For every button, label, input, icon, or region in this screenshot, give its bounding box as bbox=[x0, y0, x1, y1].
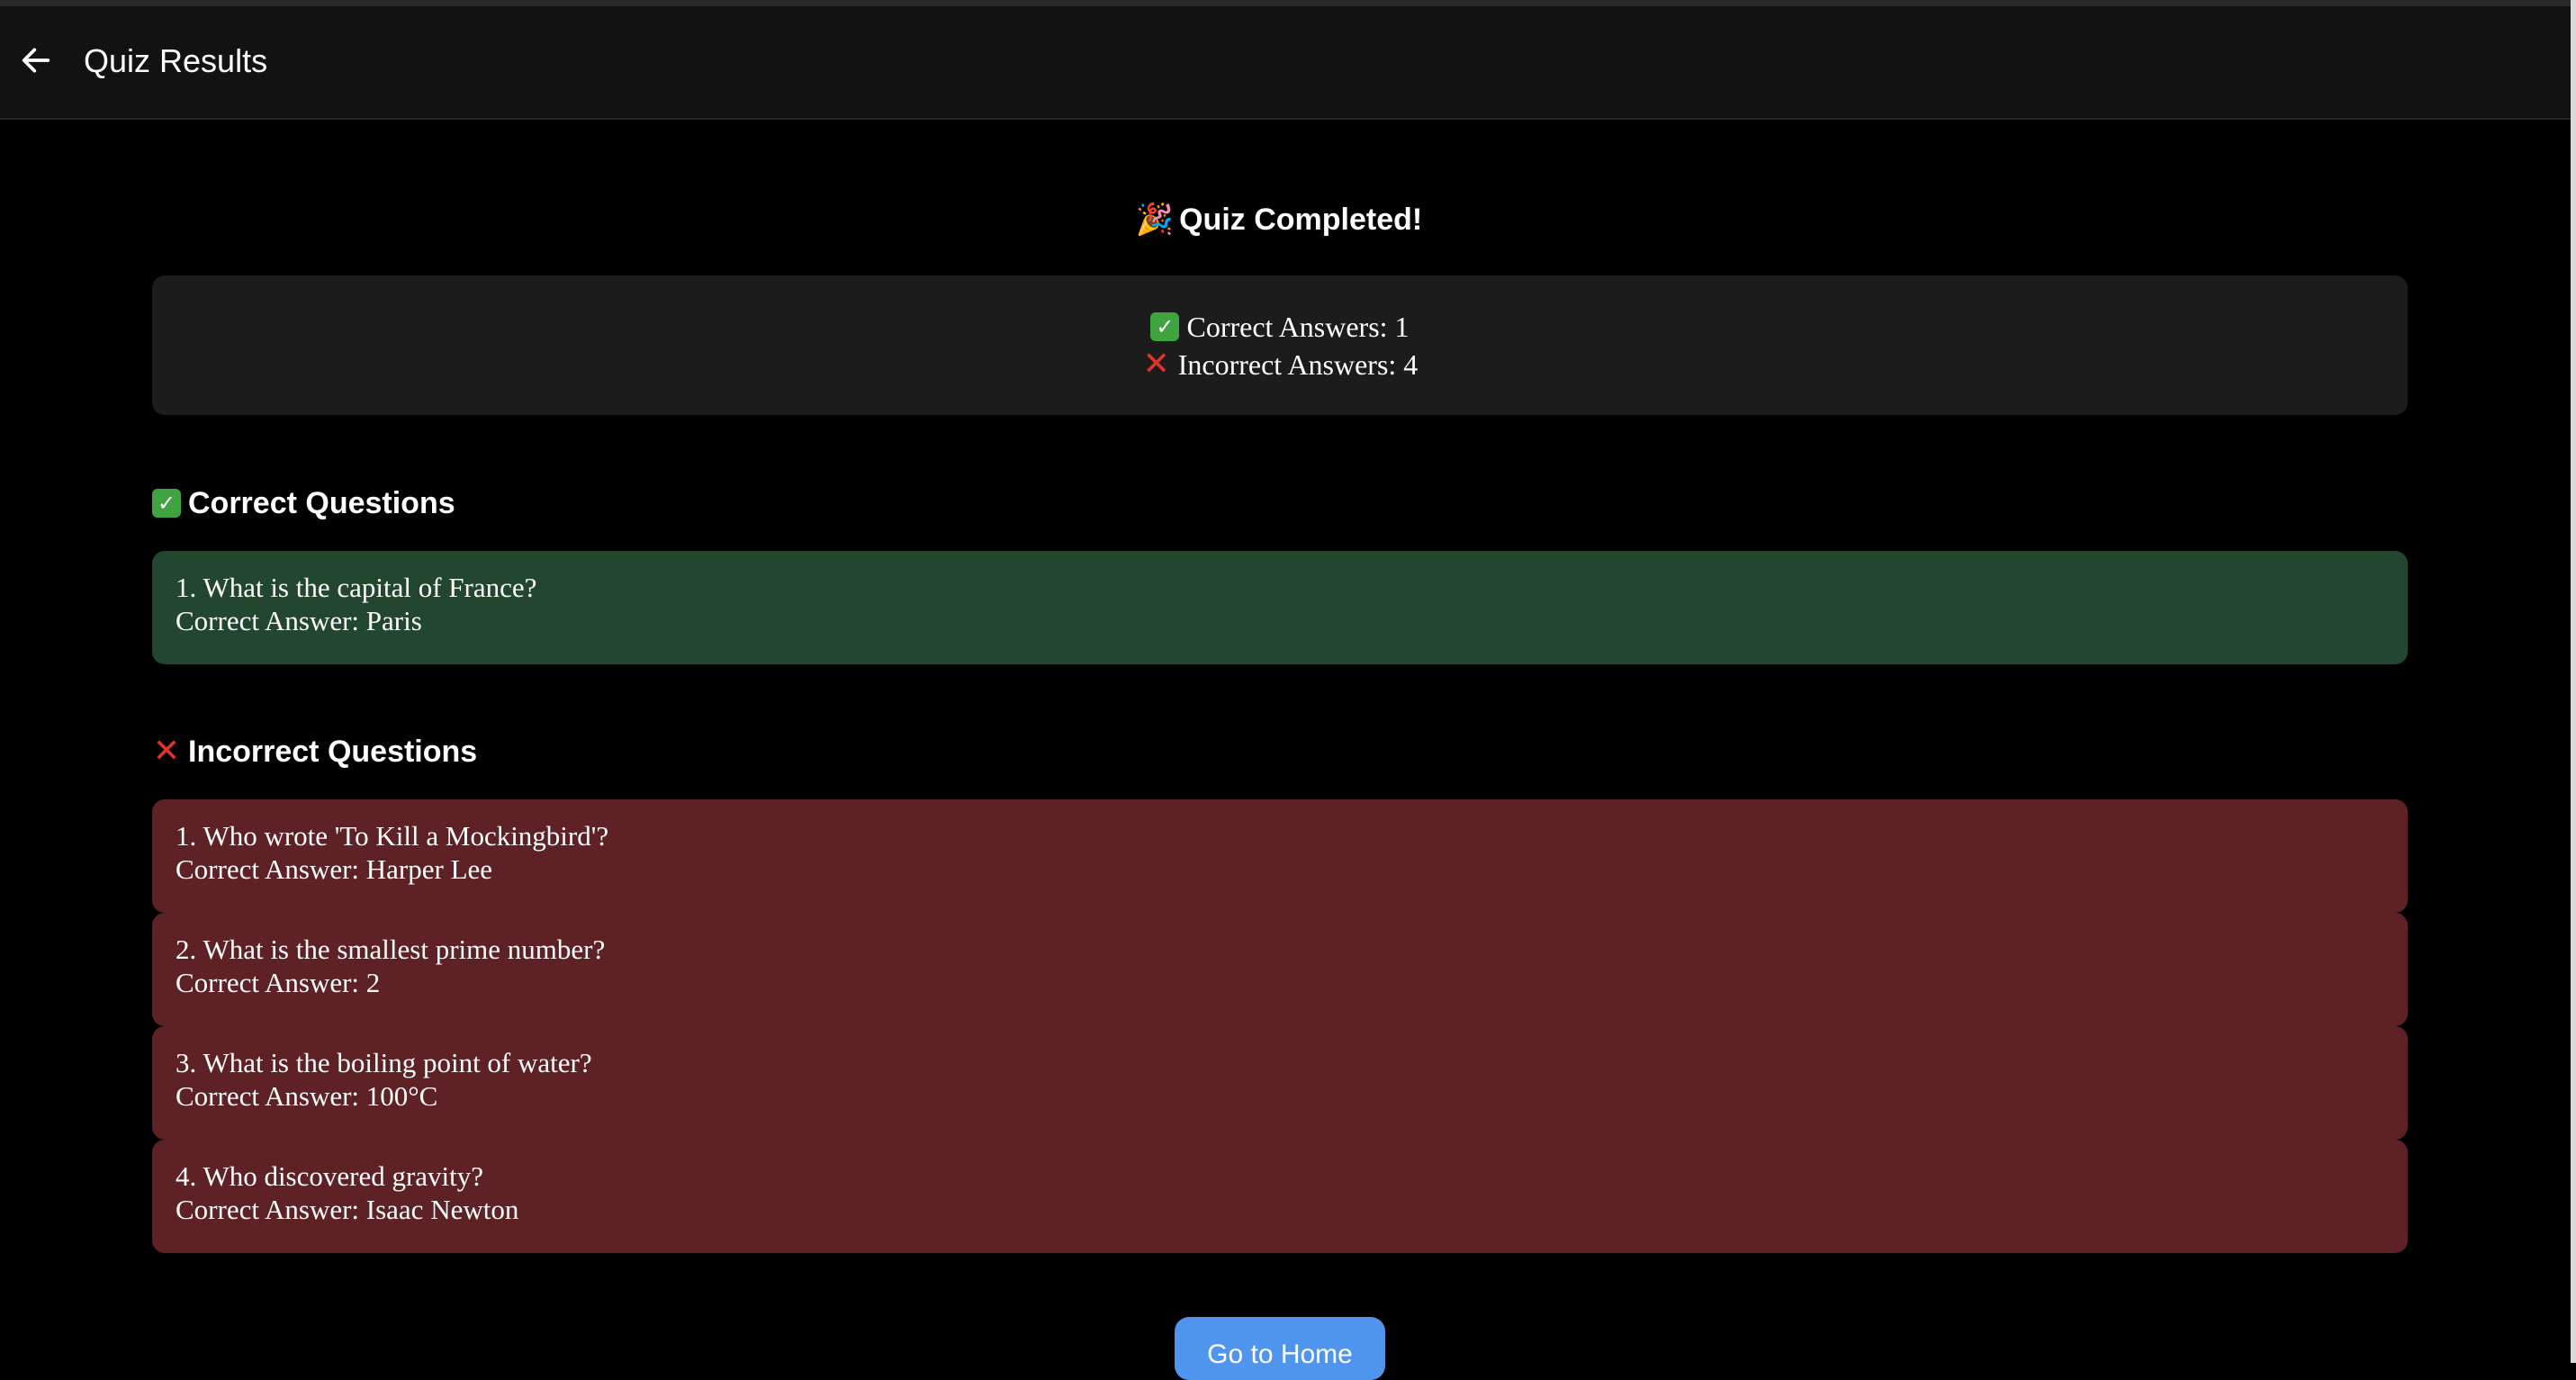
incorrect-question-card: 4. Who discovered gravity? Correct Answe… bbox=[152, 1140, 2408, 1253]
correct-question-card: 1. What is the capital of France? Correc… bbox=[152, 551, 2408, 664]
page-title: Quiz Results bbox=[84, 42, 268, 79]
correct-answer-text: Correct Answer: 2 bbox=[176, 967, 381, 998]
incorrect-count-line: ✕ Incorrect Answers: 4 bbox=[1142, 346, 1419, 383]
question-text: 1. Who wrote 'To Kill a Mockingbird'? bbox=[176, 820, 609, 852]
score-summary-card: ✓ Correct Answers: 1 ✕ Incorrect Answers… bbox=[152, 275, 2408, 415]
check-mark-button-icon: ✓ bbox=[152, 489, 181, 518]
correct-answer-text: Correct Answer: 100°C bbox=[176, 1080, 438, 1112]
correct-questions-heading-text: Correct Questions bbox=[188, 486, 455, 520]
arrow-left-icon bbox=[22, 48, 50, 73]
question-text: 1. What is the capital of France? bbox=[176, 572, 537, 603]
correct-count-line: ✓ Correct Answers: 1 bbox=[1150, 308, 1410, 346]
correct-answer-text: Correct Answer: Paris bbox=[176, 605, 422, 636]
app-header: Quiz Results bbox=[0, 6, 2576, 120]
go-to-home-button[interactable]: Go to Home bbox=[1175, 1317, 1385, 1380]
window-right-edge bbox=[2571, 0, 2576, 1363]
correct-answer-text: Correct Answer: Isaac Newton bbox=[176, 1194, 519, 1225]
quiz-completed-title: 🎉 Quiz Completed! bbox=[0, 193, 2558, 247]
incorrect-question-card: 2. What is the smallest prime number? Co… bbox=[152, 913, 2408, 1026]
party-popper-icon: 🎉 bbox=[1135, 203, 1175, 237]
incorrect-questions-heading: ✕ Incorrect Questions bbox=[152, 730, 477, 773]
cross-mark-icon: ✕ bbox=[152, 733, 181, 770]
correct-answer-text: Correct Answer: Harper Lee bbox=[176, 853, 493, 885]
window-top-strip bbox=[0, 0, 2576, 6]
question-text: 2. What is the smallest prime number? bbox=[176, 934, 606, 965]
correct-questions-heading: ✓ Correct Questions bbox=[152, 482, 455, 525]
quiz-completed-text: Quiz Completed! bbox=[1179, 203, 1423, 237]
check-mark-button-icon: ✓ bbox=[1150, 311, 1180, 341]
incorrect-questions-heading-text: Incorrect Questions bbox=[188, 735, 478, 769]
cross-mark-icon: ✕ bbox=[1142, 345, 1170, 383]
correct-count-text: Correct Answers: 1 bbox=[1186, 310, 1410, 343]
question-text: 4. Who discovered gravity? bbox=[176, 1160, 484, 1192]
incorrect-count-text: Incorrect Answers: 4 bbox=[1177, 347, 1419, 381]
incorrect-question-card: 1. Who wrote 'To Kill a Mockingbird'? Co… bbox=[152, 799, 2408, 913]
back-button[interactable] bbox=[9, 33, 63, 87]
question-text: 3. What is the boiling point of water? bbox=[176, 1047, 592, 1078]
incorrect-question-card: 3. What is the boiling point of water? C… bbox=[152, 1026, 2408, 1140]
